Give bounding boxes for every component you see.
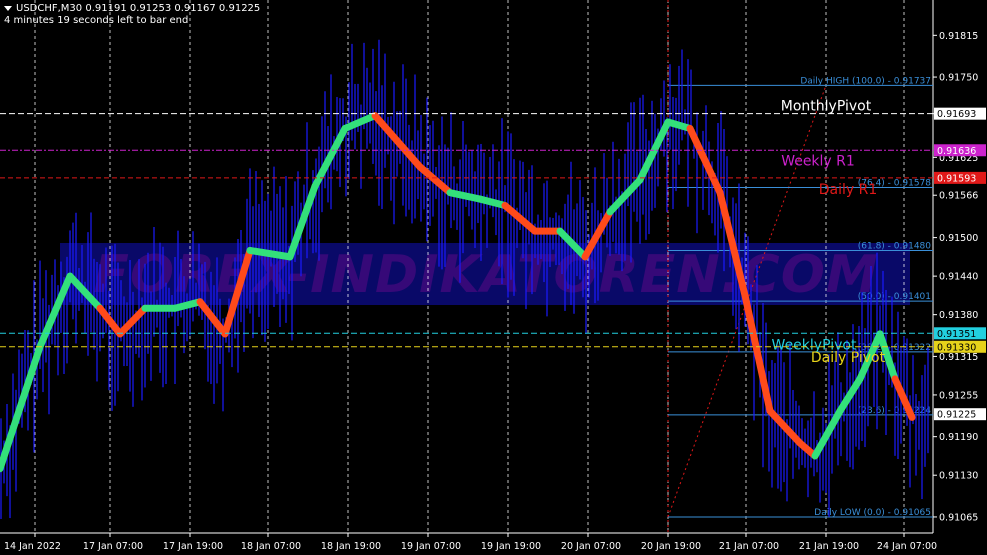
time-tick-label: 24 Jan 07:00 [877, 541, 937, 552]
time-tick-label: 19 Jan 19:00 [481, 541, 541, 552]
time-tick-label: 17 Jan 07:00 [83, 541, 143, 552]
fib-level-label: Daily HIGH (100.0) - 0.91737 [800, 76, 931, 86]
time-tick-label: 21 Jan 07:00 [719, 541, 779, 552]
collapse-triangle-icon[interactable] [4, 5, 12, 11]
price-tick-label: 0.91130 [939, 471, 978, 482]
time-tick-label: 18 Jan 19:00 [321, 541, 381, 552]
pivot-label: MonthlyPivot [781, 99, 872, 115]
price-tick-label: 0.91380 [939, 310, 978, 321]
pivot-price-tag-text: 0.91351 [937, 329, 976, 340]
current-price-tag-text: 0.91225 [937, 410, 976, 421]
time-tick-label: 14 Jan 2022 [4, 541, 61, 552]
time-tick-label: 20 Jan 07:00 [561, 541, 621, 552]
price-tick-label: 0.91815 [939, 31, 978, 42]
time-tick-label: 18 Jan 07:00 [241, 541, 301, 552]
price-tick-label: 0.91750 [939, 73, 978, 84]
pivot-label: Daily Pivot [811, 350, 886, 366]
trend-ribbon-segment [686, 124, 724, 197]
trend-ribbon-segment [196, 298, 229, 338]
price-tick-label: 0.91315 [939, 352, 978, 363]
price-tick-label: 0.91566 [939, 191, 978, 202]
trend-ribbon-segment [811, 407, 844, 460]
time-tick-label: 20 Jan 19:00 [641, 541, 701, 552]
time-tick-label: 19 Jan 07:00 [401, 541, 461, 552]
time-tick-label: 17 Jan 19:00 [163, 541, 223, 552]
pivot-label: Weekly R1 [781, 153, 855, 169]
price-tick-label: 0.91440 [939, 272, 978, 283]
pivot-label: Daily R1 [819, 182, 878, 198]
symbol-quote-line: USDCHF,M30 0.91191 0.91253 0.91167 0.912… [16, 3, 261, 14]
price-tick-label: 0.91065 [939, 512, 978, 523]
pivot-price-tag-text: 0.91593 [937, 173, 976, 184]
pivot-price-tag-text: 0.91330 [937, 342, 976, 353]
price-tick-label: 0.91500 [939, 233, 978, 244]
fib-level-label: Daily LOW (0.0) - 0.91065 [814, 508, 931, 518]
time-tick-label: 21 Jan 19:00 [799, 541, 859, 552]
fib-level-label: (61.8) - 0.91480 [858, 241, 932, 251]
price-tick-label: 0.91190 [939, 432, 978, 443]
fib-level-label: (50.0) - 0.91401 [858, 292, 931, 302]
pivot-price-tag-text: 0.91636 [937, 146, 976, 157]
price-chart[interactable]: FOREX-INDIKATOREN.COM0.918150.917500.916… [0, 0, 987, 555]
pivot-price-tag-text: 0.91693 [937, 109, 976, 120]
price-tick-label: 0.91255 [939, 390, 978, 401]
symbol-info: USDCHF,M30 0.91191 0.91253 0.91167 0.912… [4, 3, 260, 15]
bar-timer: 4 minutes 19 seconds left to bar end [4, 15, 189, 26]
